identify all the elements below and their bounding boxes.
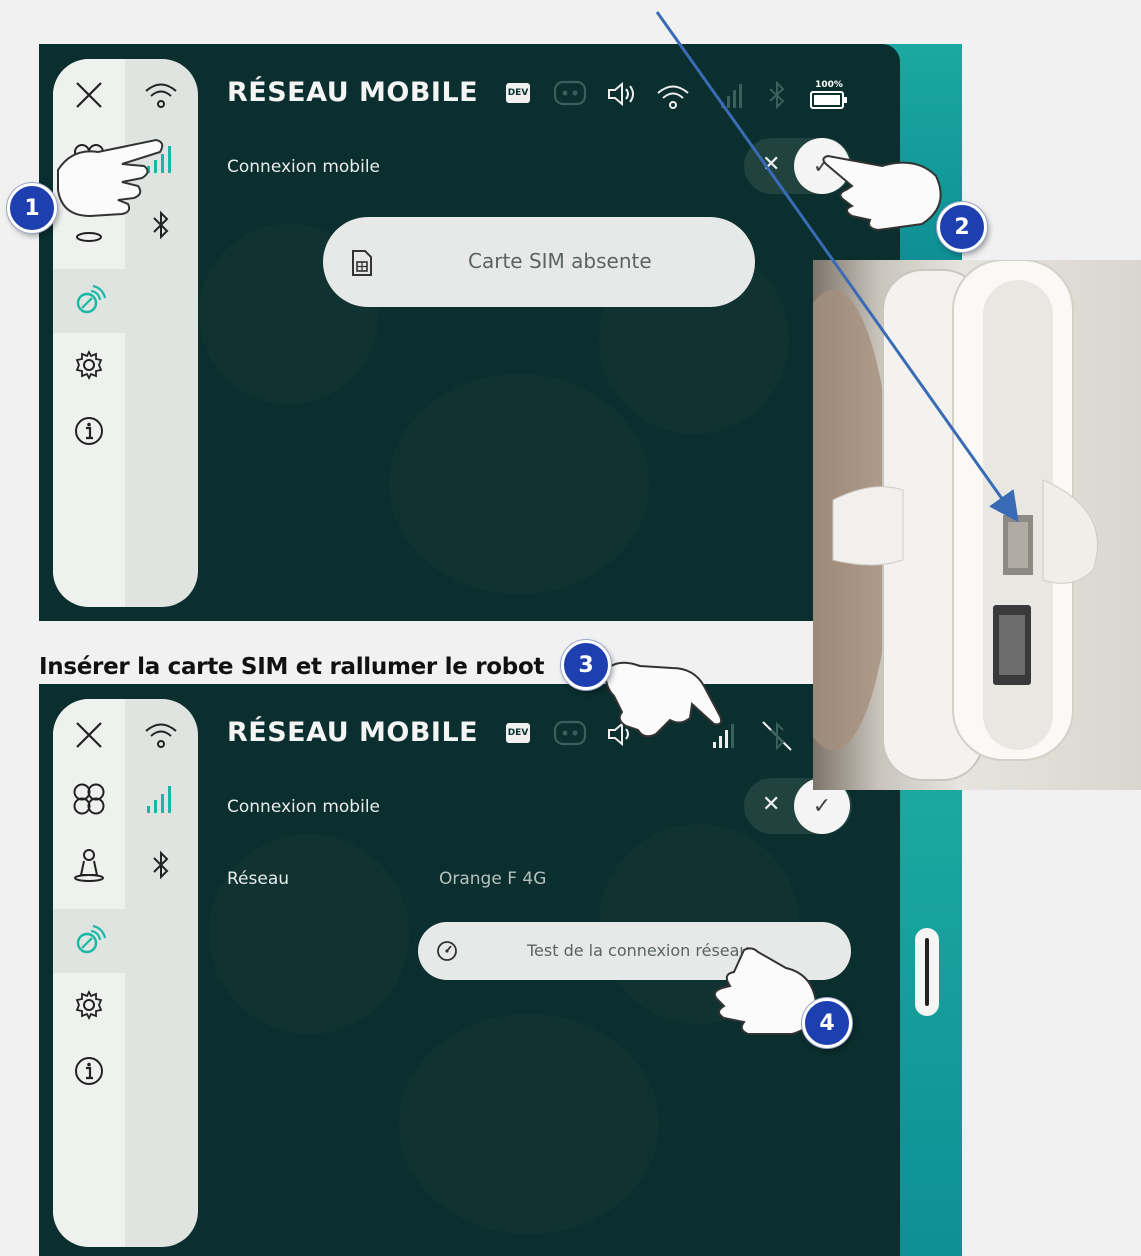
dev-badge: DEV [506,83,530,103]
wifi-status-icon [655,82,691,110]
scroll-handle[interactable] [915,928,939,1016]
speedometer-icon [436,940,458,966]
bluetooth-status-icon [765,80,789,110]
mobile-network-panel-top: RÉSEAU MOBILE DEV 100% Connexion mobile … [39,44,900,621]
battery-label: 100% [815,80,843,90]
bluetooth-icon[interactable] [141,845,181,885]
sim-card-icon [351,249,373,282]
sidebar [53,699,198,1247]
clipped-top-text: ˙ ˙ ˙ ˙ ˙ ˙˙ ˙ ˙ ˙ ˙˙ ˙ ˙ ˙ ˙ ˙ ˙˙ ˙ ˙ ˙… [40,0,357,9]
step-badge-2: 2 [937,202,987,252]
bluetooth-off-icon [757,716,797,756]
battery-icon: 100% [807,76,851,114]
step-badge-4: 4 [802,998,852,1048]
network-settings-icon[interactable] [69,921,109,961]
apps-icon[interactable] [69,779,109,819]
page-title: RÉSEAU MOBILE [227,717,479,748]
settings-icon[interactable] [69,345,109,385]
sim-status-card: Carte SIM absente [323,217,755,307]
robot-face-icon [553,720,587,746]
signal-icon[interactable] [141,779,181,819]
robot-icon[interactable] [69,845,109,885]
sim-slot-photo [813,260,1141,790]
instruction-heading: Insérer la carte SIM et rallumer le robo… [39,654,545,680]
pointing-hand-2 [812,150,952,244]
step-badge-1: 1 [7,183,57,233]
info-icon[interactable] [69,411,109,451]
wifi-icon[interactable] [141,75,181,115]
wifi-icon[interactable] [141,715,181,755]
network-settings-icon[interactable] [69,281,109,321]
close-icon[interactable] [69,75,109,115]
robot-face-icon [553,80,587,106]
mobile-connection-label: Connexion mobile [227,797,380,817]
close-icon[interactable] [69,715,109,755]
network-value: Orange F 4G [439,869,547,889]
settings-icon[interactable] [69,985,109,1025]
volume-icon[interactable] [605,80,639,108]
pointing-hand-3 [596,656,728,754]
toggle-off-icon: ✕ [762,792,781,817]
step-badge-3: 3 [561,640,611,690]
sim-status-text: Carte SIM absente [468,249,652,273]
info-icon[interactable] [69,1051,109,1091]
pointing-hand-1 [52,130,168,234]
dev-badge: DEV [506,723,530,743]
mobile-connection-label: Connexion mobile [227,157,380,177]
page-title: RÉSEAU MOBILE [227,77,479,108]
signal-status-icon [717,82,745,110]
toggle-off-icon: ✕ [762,152,781,177]
network-label: Réseau [227,869,290,889]
